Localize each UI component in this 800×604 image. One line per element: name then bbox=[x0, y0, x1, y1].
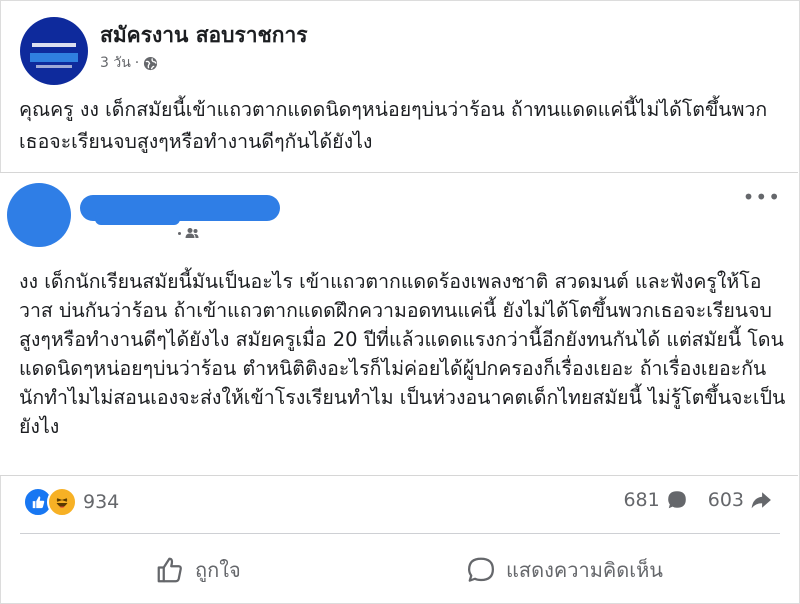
meta-separator: · bbox=[134, 55, 140, 71]
haha-reaction-icon bbox=[47, 487, 77, 517]
comment-bubble-icon bbox=[667, 491, 686, 509]
shared-post-card[interactable]: ••• งง เด็กนักเรียนสมัยนี้มันเป็นอะไร เข… bbox=[0, 172, 798, 476]
avatar-logo-line bbox=[32, 43, 76, 47]
redacted-avatar bbox=[7, 183, 71, 247]
post-time-link[interactable]: 3 วัน bbox=[100, 52, 131, 74]
meta-dot bbox=[178, 231, 181, 235]
like-button-label: ถูกใจ bbox=[195, 558, 241, 582]
friends-icon bbox=[185, 228, 199, 238]
reactions-summary[interactable]: 934 bbox=[23, 487, 119, 517]
comment-share-stats: 681 603 bbox=[623, 489, 772, 511]
avatar-logo-band bbox=[30, 53, 78, 62]
like-button[interactable]: ถูกใจ bbox=[155, 550, 241, 590]
shared-post-text: งง เด็กนักเรียนสมัยนี้มันเป็นอะไร เข้าแถ… bbox=[19, 270, 786, 438]
reactions-count: 934 bbox=[83, 491, 120, 513]
post-meta: 3 วัน · bbox=[100, 52, 158, 74]
share-arrow-icon bbox=[751, 492, 771, 509]
shares-count[interactable]: 603 bbox=[708, 489, 744, 511]
avatar-logo-line bbox=[36, 65, 72, 68]
comment-button-label: แสดงความคิดเห็น bbox=[506, 558, 663, 582]
more-options-icon[interactable]: ••• bbox=[743, 187, 781, 207]
actions-divider bbox=[20, 533, 780, 534]
comment-button[interactable]: แสดงความคิดเห็น bbox=[466, 550, 663, 590]
page-name-link[interactable]: สมัครงาน สอบราชการ bbox=[100, 19, 308, 52]
shared-post-meta bbox=[178, 227, 199, 239]
comments-count[interactable]: 681 bbox=[623, 489, 659, 511]
redacted-name-tail bbox=[95, 213, 180, 225]
globe-icon bbox=[144, 56, 158, 70]
page-avatar[interactable] bbox=[20, 17, 88, 85]
comment-icon bbox=[468, 557, 494, 582]
post-text: คุณครู งง เด็กสมัยนี้เข้าแถวตากแดดนิดๆหน… bbox=[19, 98, 768, 153]
engagement-stats: 934 681 603 bbox=[0, 484, 800, 520]
thumbs-up-icon bbox=[157, 557, 182, 583]
